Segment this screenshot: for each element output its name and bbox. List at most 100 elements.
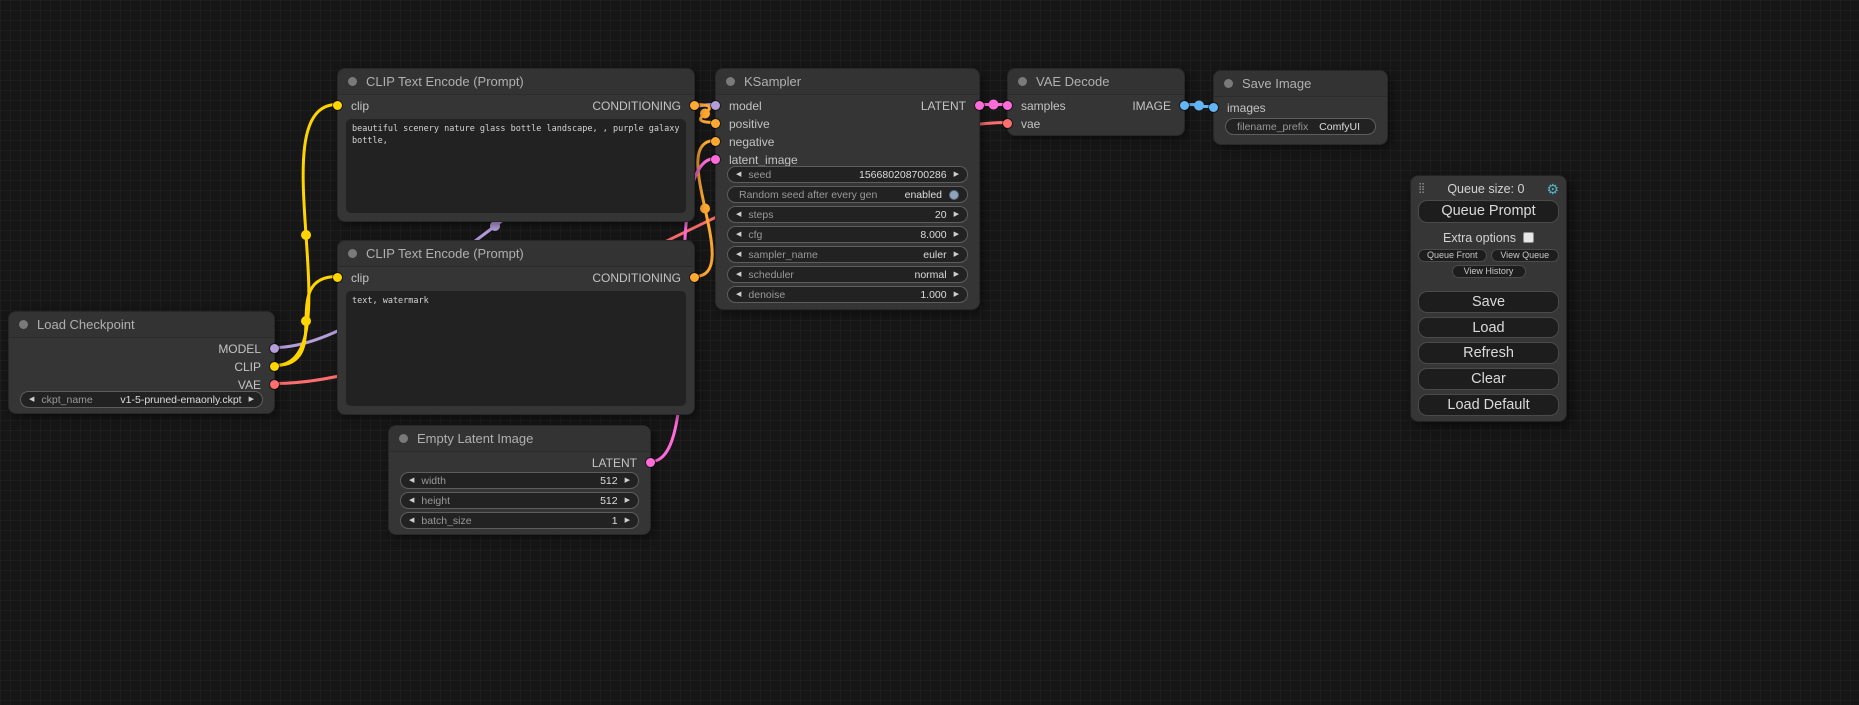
widget-label: width	[421, 475, 446, 487]
load-default-button[interactable]: Load Default	[1418, 394, 1559, 416]
queue-prompt-button[interactable]: Queue Prompt	[1418, 200, 1559, 223]
output-slot-clip[interactable]	[270, 362, 279, 371]
decrement-arrow-icon[interactable]: ◀	[736, 231, 741, 238]
input-slot-images[interactable]	[1209, 103, 1218, 112]
widget-value: 512	[446, 475, 618, 487]
increment-arrow-icon[interactable]: ▶	[954, 271, 959, 278]
widget-denoise[interactable]: ◀ denoise 1.000 ▶	[727, 286, 968, 303]
extra-options-checkbox[interactable]	[1523, 232, 1534, 243]
view-history-button[interactable]: View History	[1452, 265, 1526, 278]
decrement-arrow-icon[interactable]: ◀	[29, 396, 34, 403]
wire-midpoint-dot	[490, 221, 500, 231]
increment-arrow-icon[interactable]: ▶	[249, 396, 254, 403]
increment-arrow-icon[interactable]: ▶	[625, 497, 630, 504]
decrement-arrow-icon[interactable]: ◀	[736, 251, 741, 258]
node-title: Load Checkpoint	[37, 317, 135, 332]
node-load-checkpoint[interactable]: Load Checkpoint MODEL CLIP VAE ◀ ckpt_na…	[8, 311, 275, 414]
output-label-conditioning: CONDITIONING	[592, 271, 681, 285]
node-clip-text-encode-negative[interactable]: CLIP Text Encode (Prompt) clip CONDITION…	[337, 240, 695, 415]
widget-seed[interactable]: ◀ seed 156680208700286 ▶	[727, 166, 968, 183]
output-slot-latent[interactable]	[646, 458, 655, 467]
decrement-arrow-icon[interactable]: ◀	[736, 171, 741, 178]
output-slot-conditioning[interactable]	[690, 273, 699, 282]
node-graph-canvas[interactable]: Load Checkpoint MODEL CLIP VAE ◀ ckpt_na…	[0, 0, 1859, 705]
node-titlebar[interactable]: CLIP Text Encode (Prompt)	[338, 69, 694, 95]
positive-prompt-textarea[interactable]: beautiful scenery nature glass bottle la…	[346, 119, 686, 213]
collapse-dot-icon[interactable]	[1224, 79, 1233, 88]
output-slot-image[interactable]	[1180, 101, 1189, 110]
node-vae-decode[interactable]: VAE Decode samples IMAGE vae	[1007, 68, 1185, 136]
output-slot-vae[interactable]	[270, 380, 279, 389]
widget-label: seed	[748, 169, 771, 181]
widget-sampler-name[interactable]: ◀ sampler_name euler ▶	[727, 246, 968, 263]
node-titlebar[interactable]: Empty Latent Image	[389, 426, 650, 452]
widget-value: normal	[794, 269, 947, 281]
increment-arrow-icon[interactable]: ▶	[625, 517, 630, 524]
widget-value: euler	[818, 249, 947, 261]
decrement-arrow-icon[interactable]: ◀	[409, 477, 414, 484]
increment-arrow-icon[interactable]: ▶	[954, 211, 959, 218]
node-clip-text-encode-positive[interactable]: CLIP Text Encode (Prompt) clip CONDITION…	[337, 68, 695, 222]
widget-cfg[interactable]: ◀ cfg 8.000 ▶	[727, 226, 968, 243]
negative-prompt-textarea[interactable]: text, watermark	[346, 291, 686, 406]
decrement-arrow-icon[interactable]: ◀	[409, 497, 414, 504]
settings-gear-icon[interactable]: ⚙	[1546, 182, 1559, 196]
widget-scheduler[interactable]: ◀ scheduler normal ▶	[727, 266, 968, 283]
collapse-dot-icon[interactable]	[348, 249, 357, 258]
output-slot-conditioning[interactable]	[690, 101, 699, 110]
input-slot-clip[interactable]	[333, 101, 342, 110]
decrement-arrow-icon[interactable]: ◀	[736, 291, 741, 298]
input-label-samples: samples	[1021, 99, 1066, 113]
widget-width[interactable]: ◀ width 512 ▶	[400, 472, 639, 489]
node-titlebar[interactable]: Save Image	[1214, 71, 1387, 97]
node-ksampler[interactable]: KSampler model LATENT positive negative …	[715, 68, 980, 310]
decrement-arrow-icon[interactable]: ◀	[736, 211, 741, 218]
collapse-dot-icon[interactable]	[399, 434, 408, 443]
widget-steps[interactable]: ◀ steps 20 ▶	[727, 206, 968, 223]
collapse-dot-icon[interactable]	[348, 77, 357, 86]
node-empty-latent-image[interactable]: Empty Latent Image LATENT ◀ width 512 ▶ …	[388, 425, 651, 535]
collapse-dot-icon[interactable]	[19, 320, 28, 329]
widget-value: 512	[450, 495, 618, 507]
output-slot-latent[interactable]	[975, 101, 984, 110]
collapse-dot-icon[interactable]	[1018, 77, 1027, 86]
widget-height[interactable]: ◀ height 512 ▶	[400, 492, 639, 509]
input-slot-clip[interactable]	[333, 273, 342, 282]
drag-handle-icon[interactable]: ⣿	[1418, 183, 1425, 194]
load-button[interactable]: Load	[1418, 317, 1559, 339]
collapse-dot-icon[interactable]	[726, 77, 735, 86]
increment-arrow-icon[interactable]: ▶	[954, 231, 959, 238]
increment-arrow-icon[interactable]: ▶	[954, 251, 959, 258]
input-slot-vae[interactable]	[1003, 119, 1012, 128]
widget-filename-prefix[interactable]: filename_prefix ComfyUI	[1225, 118, 1376, 135]
input-slot-model[interactable]	[711, 101, 720, 110]
widget-random-seed-toggle[interactable]: Random seed after every gen enabled	[727, 186, 968, 203]
decrement-arrow-icon[interactable]: ◀	[736, 271, 741, 278]
input-slot-samples[interactable]	[1003, 101, 1012, 110]
input-slot-negative[interactable]	[711, 137, 720, 146]
queue-front-button[interactable]: Queue Front	[1418, 249, 1487, 262]
node-titlebar[interactable]: KSampler	[716, 69, 979, 95]
decrement-arrow-icon[interactable]: ◀	[409, 517, 414, 524]
node-titlebar[interactable]: Load Checkpoint	[9, 312, 274, 338]
view-queue-button[interactable]: View Queue	[1491, 249, 1560, 262]
widget-value: enabled	[877, 189, 942, 201]
node-title: VAE Decode	[1036, 74, 1109, 89]
widget-value: 156680208700286	[771, 169, 946, 181]
widget-batch-size[interactable]: ◀ batch_size 1 ▶	[400, 512, 639, 529]
node-titlebar[interactable]: VAE Decode	[1008, 69, 1184, 95]
wire-midpoint-dot	[989, 100, 999, 110]
refresh-button[interactable]: Refresh	[1418, 342, 1559, 364]
increment-arrow-icon[interactable]: ▶	[954, 171, 959, 178]
toggle-knob-icon[interactable]	[949, 190, 959, 200]
output-slot-model[interactable]	[270, 344, 279, 353]
node-save-image[interactable]: Save Image images filename_prefix ComfyU…	[1213, 70, 1388, 145]
input-slot-latent-image[interactable]	[711, 155, 720, 164]
widget-ckpt-name[interactable]: ◀ ckpt_name v1-5-pruned-emaonly.ckpt ▶	[20, 391, 263, 408]
clear-button[interactable]: Clear	[1418, 368, 1559, 390]
increment-arrow-icon[interactable]: ▶	[954, 291, 959, 298]
save-button[interactable]: Save	[1418, 291, 1559, 313]
input-slot-positive[interactable]	[711, 119, 720, 128]
node-titlebar[interactable]: CLIP Text Encode (Prompt)	[338, 241, 694, 267]
increment-arrow-icon[interactable]: ▶	[625, 477, 630, 484]
